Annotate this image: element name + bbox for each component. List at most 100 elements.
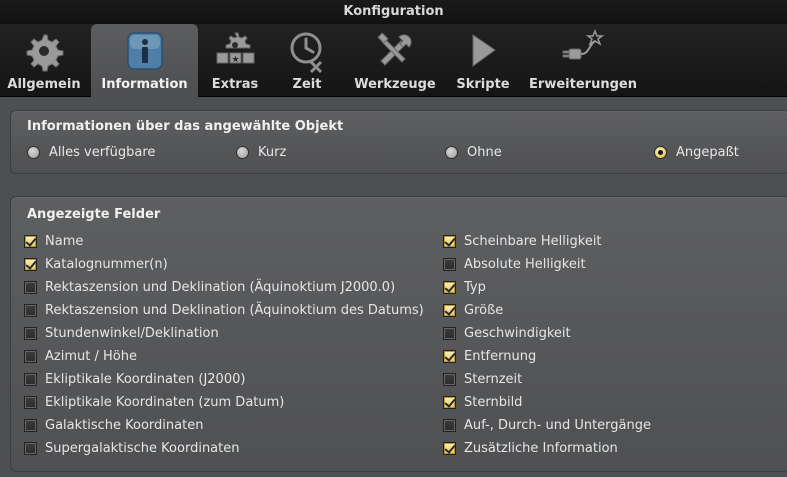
checkbox-name[interactable]: Name (24, 234, 83, 249)
checkbox-indicator (443, 442, 456, 455)
tab-label: Werkzeuge (354, 77, 436, 92)
checkbox-label: Rektaszension und Deklination (Äquinokti… (45, 303, 424, 318)
tab-label: Information (101, 77, 188, 92)
checkbox-ra-dec-date[interactable]: Rektaszension und Deklination (Äquinokti… (24, 303, 424, 318)
checkbox-constellation[interactable]: Sternbild (443, 395, 522, 410)
tab-label: Erweiterungen (529, 77, 637, 92)
tools-icon (377, 32, 412, 66)
checkbox-indicator (24, 396, 37, 409)
checkbox-indicator (443, 235, 456, 248)
checkbox-apparent-magnitude[interactable]: Scheinbare Helligkeit (443, 234, 602, 249)
radio-angepasst[interactable]: Angepaßt (654, 145, 739, 160)
checkbox-label: Supergalaktische Koordinaten (45, 441, 240, 456)
checkbox-label: Katalognummer(n) (45, 257, 168, 272)
checkbox-label: Scheinbare Helligkeit (464, 234, 602, 249)
play-icon (472, 34, 496, 67)
checkbox-label: Name (45, 234, 84, 249)
extras-icon: ★ (216, 32, 255, 65)
checkbox-indicator (443, 419, 456, 432)
checkbox-galactic[interactable]: Galaktische Koordinaten (24, 418, 203, 433)
checkbox-indicator (24, 419, 37, 432)
tab-werkzeuge[interactable]: Werkzeuge (348, 24, 442, 97)
radio-label: Kurz (258, 145, 287, 160)
checkbox-distance[interactable]: Entfernung (443, 349, 536, 364)
checkbox-velocity[interactable]: Geschwindigkeit (443, 326, 571, 341)
radio-alles-verfuegbare[interactable]: Alles verfügbare (27, 145, 155, 160)
svg-text:★: ★ (231, 55, 239, 65)
tab-extras[interactable]: ★ Extras (202, 24, 268, 97)
radio-ohne[interactable]: Ohne (445, 145, 502, 160)
radio-indicator (445, 146, 458, 159)
radio-indicator (654, 146, 667, 159)
radio-label: Alles verfügbare (49, 145, 156, 160)
info-icon (126, 32, 163, 70)
checkbox-indicator (24, 327, 37, 340)
checkbox-supergalactic[interactable]: Supergalaktische Koordinaten (24, 441, 240, 456)
checkbox-rise-transit-set[interactable]: Auf-, Durch- und Untergänge (443, 418, 651, 433)
checkbox-azimuth[interactable]: Azimut / Höhe (24, 349, 137, 364)
checkbox-indicator (24, 281, 37, 294)
fields-panel-title: Angezeigte Felder (27, 207, 161, 222)
clock-icon (290, 32, 323, 73)
radio-label: Angepaßt (676, 145, 739, 160)
checkbox-indicator (24, 258, 37, 271)
checkbox-label: Ekliptikale Koordinaten (J2000) (45, 372, 246, 387)
tab-toolbar: Allgemein Information ★ Extras Zeit Werk… (0, 24, 787, 97)
checkbox-extra-info[interactable]: Zusätzliche Information (443, 441, 618, 456)
checkbox-indicator (443, 373, 456, 386)
checkbox-indicator (443, 281, 456, 294)
info-panel-title: Informationen über das angewählte Objekt (27, 119, 344, 134)
checkbox-label: Zusätzliche Information (464, 441, 618, 456)
checkbox-label: Stundenwinkel/Deklination (45, 326, 219, 341)
checkbox-label: Entfernung (464, 349, 537, 364)
checkbox-size[interactable]: Größe (443, 303, 503, 318)
plugin-icon (562, 29, 605, 60)
radio-kurz[interactable]: Kurz (236, 145, 286, 160)
checkbox-label: Sternbild (464, 395, 523, 410)
checkbox-indicator (24, 235, 37, 248)
checkbox-katalognummer[interactable]: Katalognummer(n) (24, 257, 168, 272)
checkbox-label: Ekliptikale Koordinaten (zum Datum) (45, 395, 285, 410)
displayed-fields-panel: Angezeigte Felder Name Katalognummer(n) … (10, 196, 787, 472)
checkbox-label: Rektaszension und Deklination (Äquinokti… (45, 280, 396, 295)
checkbox-indicator (443, 304, 456, 317)
tab-information[interactable]: Information (91, 24, 198, 97)
tab-skripte[interactable]: Skripte (452, 24, 514, 97)
radio-indicator (27, 146, 40, 159)
tab-zeit[interactable]: Zeit (276, 24, 338, 97)
checkbox-indicator (24, 350, 37, 363)
tab-label: Allgemein (7, 77, 81, 92)
checkbox-label: Geschwindigkeit (464, 326, 571, 341)
checkbox-indicator (443, 258, 456, 271)
tab-label: Zeit (292, 77, 322, 92)
checkbox-ecliptic-date[interactable]: Ekliptikale Koordinaten (zum Datum) (24, 395, 284, 410)
checkbox-indicator (24, 373, 37, 386)
checkbox-sidereal-time[interactable]: Sternzeit (443, 372, 522, 387)
checkbox-type[interactable]: Typ (443, 280, 486, 295)
tab-label: Skripte (456, 77, 510, 92)
checkbox-label: Sternzeit (464, 372, 523, 387)
checkbox-ra-dec-j2000[interactable]: Rektaszension und Deklination (Äquinokti… (24, 280, 395, 295)
checkbox-indicator (24, 442, 37, 455)
tab-label: Extras (211, 77, 259, 92)
checkbox-indicator (443, 327, 456, 340)
radio-label: Ohne (467, 145, 502, 160)
checkbox-label: Galaktische Koordinaten (45, 418, 204, 433)
window-title: Konfiguration (0, 0, 787, 24)
info-detail-panel: Informationen über das angewählte Objekt… (10, 110, 787, 174)
radio-indicator (236, 146, 249, 159)
checkbox-label: Auf-, Durch- und Untergänge (464, 418, 652, 433)
checkbox-label: Absolute Helligkeit (464, 257, 586, 272)
checkbox-indicator (443, 396, 456, 409)
checkbox-absolute-magnitude[interactable]: Absolute Helligkeit (443, 257, 586, 272)
checkbox-indicator (24, 304, 37, 317)
gear-icon (26, 34, 64, 72)
checkbox-hour-angle[interactable]: Stundenwinkel/Deklination (24, 326, 219, 341)
checkbox-label: Typ (464, 280, 486, 295)
checkbox-label: Größe (464, 303, 504, 318)
checkbox-indicator (443, 350, 456, 363)
tab-erweiterungen[interactable]: Erweiterungen (526, 24, 640, 97)
tab-allgemein[interactable]: Allgemein (0, 24, 88, 97)
checkbox-ecliptic-j2000[interactable]: Ekliptikale Koordinaten (J2000) (24, 372, 245, 387)
checkbox-label: Azimut / Höhe (45, 349, 137, 364)
